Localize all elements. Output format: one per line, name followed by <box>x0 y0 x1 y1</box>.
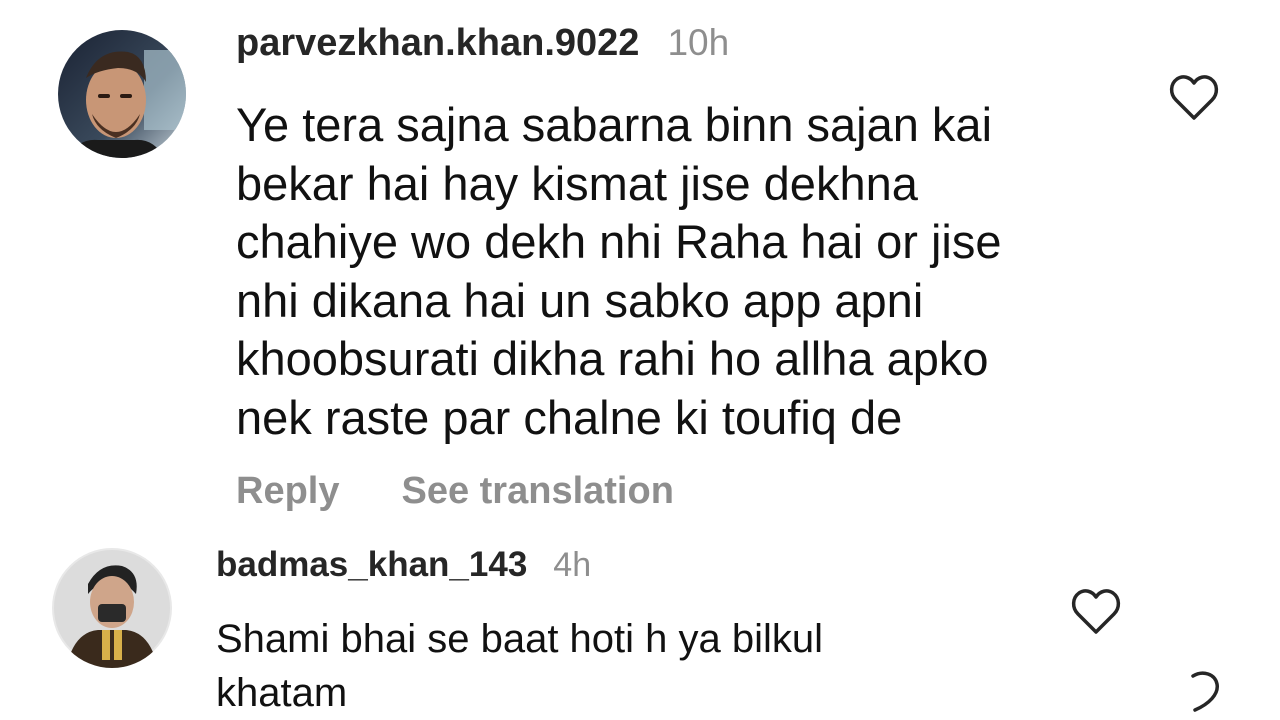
comment-actions: Reply See translation <box>236 470 674 513</box>
timestamp: 4h <box>553 546 592 584</box>
heart-outline-icon[interactable] <box>1070 588 1122 636</box>
timestamp: 10h <box>667 22 730 63</box>
avatar[interactable] <box>58 30 186 158</box>
comment-header: parvezkhan.khan.9022 10h <box>236 22 729 65</box>
comment-text-line: bekar hai hay kismat jise dekhna <box>236 156 918 210</box>
comment-text-line: nek raste par chalne ki toufiq de <box>236 390 903 444</box>
comment-text-line: nhi dikana hai un sabko app apni <box>236 273 924 327</box>
avatar[interactable] <box>52 548 172 668</box>
avatar-photo <box>52 548 172 668</box>
username[interactable]: badmas_khan_143 <box>216 545 527 585</box>
comment-text-line: khatam <box>216 671 348 715</box>
heart-outline-icon[interactable] <box>1185 670 1225 714</box>
comment-header: badmas_khan_143 4h <box>216 545 591 585</box>
comment-text-line: Shami bhai se baat hoti h ya bilkul <box>216 617 824 661</box>
comment-text: Shami bhai se baat hoti h ya bilkul khat… <box>216 612 823 720</box>
comment-text-line: Ye tera sajna sabarna binn sajan kai <box>236 98 993 151</box>
comments-screen: parvezkhan.khan.9022 10h Ye tera sajna s… <box>0 0 1280 720</box>
comment-text-line: khoobsurati dikha rahi ho allha apko <box>236 332 989 385</box>
avatar-photo <box>58 30 186 158</box>
username[interactable]: parvezkhan.khan.9022 <box>236 22 639 65</box>
comment-text: Ye tera sajna sabarna binn sajan kai bek… <box>236 96 1002 447</box>
reply-button[interactable]: Reply <box>236 470 339 513</box>
see-translation-button[interactable]: See translation <box>401 470 673 513</box>
comment-text-line: chahiye wo dekh nhi Raha hai or jise <box>236 215 1002 268</box>
heart-outline-icon[interactable] <box>1168 74 1220 122</box>
